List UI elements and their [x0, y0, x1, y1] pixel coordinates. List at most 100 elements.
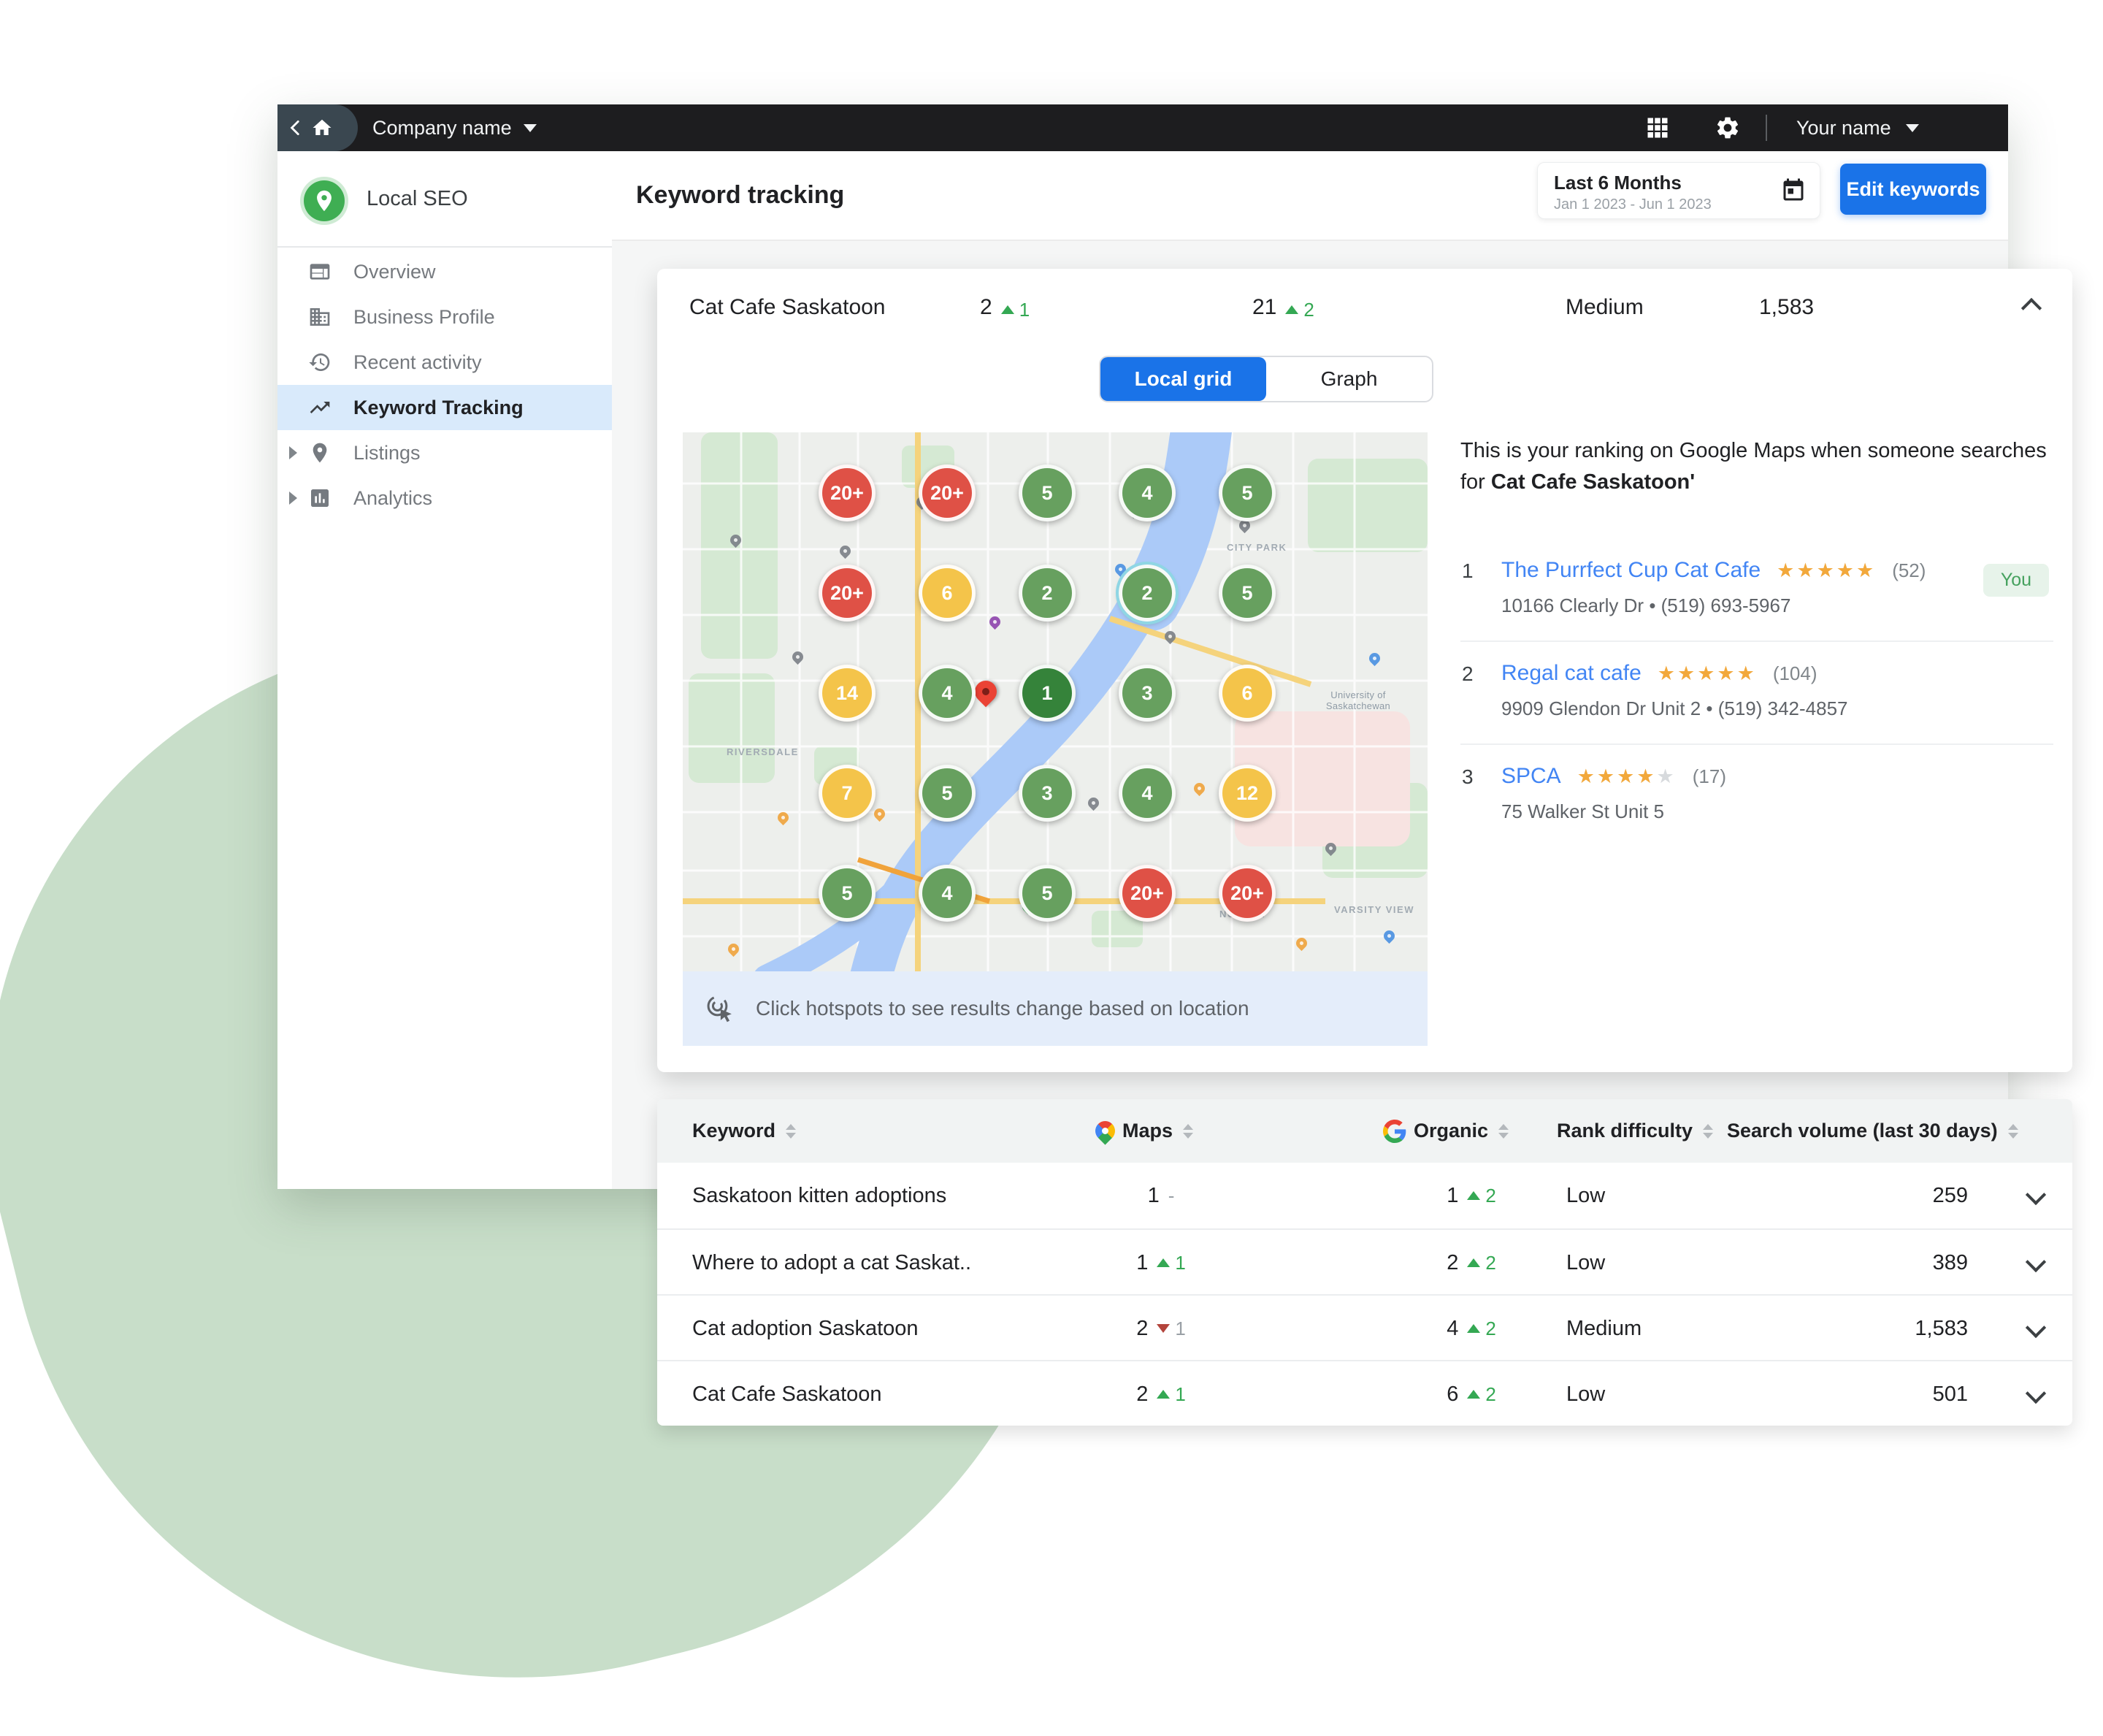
chevron-down-icon: [2025, 1184, 2047, 1206]
grid-rank-hotspot[interactable]: 20+: [819, 464, 876, 521]
expand-chevron-icon[interactable]: [289, 492, 297, 505]
expand-row-button[interactable]: [2025, 1251, 2047, 1273]
grid-rank-hotspot[interactable]: 6: [1219, 665, 1276, 722]
column-header-search-volume[interactable]: Search volume (last 30 days): [1727, 1099, 2018, 1163]
organic-rank-delta: 2: [1285, 299, 1314, 321]
expand-row-button[interactable]: [2025, 1317, 2047, 1339]
sidebar-item-overview[interactable]: Overview: [277, 249, 612, 294]
result-business-link[interactable]: Regal cat cafe: [1501, 661, 1642, 686]
you-badge: You: [1983, 564, 2049, 597]
grid-rank-hotspot[interactable]: 2: [1019, 565, 1076, 622]
column-header-keyword[interactable]: Keyword: [692, 1099, 797, 1163]
rank-delta: 1: [1157, 1252, 1186, 1274]
table-row[interactable]: Cat Cafe Saskatoon 2 1 6 2 Low 501: [657, 1360, 2072, 1426]
sidebar-item-keyword-tracking[interactable]: Keyword Tracking: [277, 385, 612, 430]
view-tabs: Local grid Graph: [1099, 356, 1433, 402]
up-arrow-icon: [1285, 305, 1299, 314]
grid-rank-hotspot[interactable]: 4: [919, 665, 976, 722]
analytics-icon: [308, 486, 332, 510]
local-grid-map[interactable]: CITY PARKUniversity of SaskatchewanNUTAN…: [683, 432, 1428, 971]
search-volume-value: 1,583: [1759, 295, 1815, 319]
date-range-picker[interactable]: Last 6 Months Jan 1 2023 - Jun 1 2023: [1537, 162, 1820, 219]
page-header: Keyword tracking Last 6 Months Jan 1 202…: [612, 151, 2008, 241]
sidebar: Local SEO Overview Business Profile Recent…: [277, 151, 612, 1189]
expand-chevron-icon[interactable]: [289, 446, 297, 459]
rank-delta: 1: [1157, 1383, 1186, 1406]
result-business-link[interactable]: The Purrfect Cup Cat Cafe: [1501, 558, 1761, 583]
map-hint-bar: Click hotspots to see results change bas…: [683, 971, 1428, 1046]
page: Company name Your name Local SEO Overvie…: [0, 0, 2103, 1736]
cell-search-volume: 389: [1932, 1250, 1968, 1274]
sidebar-item-analytics[interactable]: Analytics: [277, 475, 612, 521]
user-menu[interactable]: Your name: [1796, 104, 1919, 151]
sidebar-item-listings[interactable]: Listings: [277, 430, 612, 475]
column-header-organic[interactable]: Organic: [1383, 1099, 1509, 1163]
sort-icon: [1498, 1123, 1509, 1139]
expand-row-button[interactable]: [2025, 1184, 2047, 1206]
company-name: Company name: [372, 116, 512, 139]
user-name: Your name: [1796, 116, 1891, 139]
grid-rank-hotspot[interactable]: 14: [819, 665, 876, 722]
tab-graph[interactable]: Graph: [1266, 357, 1432, 401]
cell-keyword: Where to adopt a cat Saskat..: [692, 1250, 972, 1274]
tab-local-grid[interactable]: Local grid: [1100, 357, 1266, 401]
star-rating: ★★★★★: [1777, 559, 1877, 581]
maps-rank-delta: 1: [1000, 299, 1030, 321]
cell-maps-rank: 21: [1136, 1382, 1186, 1406]
result-review-count: (52): [1892, 559, 1926, 581]
collapse-row-button[interactable]: [2020, 297, 2042, 319]
map-area-label: CITY PARK: [1227, 542, 1287, 553]
grid-rank-hotspot[interactable]: 4: [1119, 464, 1176, 521]
overview-icon: [308, 260, 332, 283]
grid-rank-hotspot[interactable]: 7: [819, 765, 876, 822]
result-business-link[interactable]: SPCA: [1501, 764, 1561, 789]
topbar-divider: [1766, 115, 1767, 141]
grid-rank-hotspot[interactable]: 5: [819, 865, 876, 922]
grid-rank-hotspot[interactable]: 5: [1019, 464, 1076, 521]
grid-rank-hotspot[interactable]: 4: [919, 865, 976, 922]
cell-search-volume: 501: [1932, 1382, 1968, 1406]
grid-rank-hotspot[interactable]: 20+: [919, 464, 976, 521]
back-chevron-icon[interactable]: [286, 118, 305, 137]
up-arrow-icon: [1467, 1324, 1481, 1333]
grid-rank-hotspot[interactable]: 3: [1019, 765, 1076, 822]
grid-rank-hotspot[interactable]: 5: [919, 765, 976, 822]
grid-rank-hotspot[interactable]: 5: [1019, 865, 1076, 922]
company-menu[interactable]: Company name: [372, 104, 537, 151]
table-row[interactable]: Where to adopt a cat Saskat.. 1 1 2 2 Low 389: [657, 1228, 2072, 1294]
expand-row-button[interactable]: [2025, 1383, 2047, 1404]
cell-maps-rank: 11: [1136, 1250, 1186, 1274]
listings-icon: [308, 441, 332, 464]
grid-rank-hotspot[interactable]: 3: [1119, 665, 1176, 722]
result-address: 75 Walker St Unit 5: [1501, 800, 1665, 822]
grid-rank-hotspot[interactable]: 1: [1019, 665, 1076, 722]
sidebar-divider: [277, 246, 612, 248]
home-icon[interactable]: [311, 117, 333, 139]
date-range-label: Last 6 Months: [1554, 172, 1682, 194]
grid-rank-hotspot[interactable]: 5: [1219, 565, 1276, 622]
grid-rank-hotspot[interactable]: 20+: [1219, 865, 1276, 922]
sidebar-item-recent-activity[interactable]: Recent activity: [277, 340, 612, 385]
click-hotspot-icon: [703, 992, 737, 1025]
grid-rank-hotspot[interactable]: 20+: [1119, 865, 1176, 922]
grid-rank-hotspot[interactable]: 6: [919, 565, 976, 622]
settings-gear-icon[interactable]: [1715, 115, 1741, 141]
column-header-rank-difficulty[interactable]: Rank difficulty: [1557, 1099, 1714, 1163]
edit-keywords-button[interactable]: Edit keywords: [1840, 164, 1986, 215]
sort-icon: [1703, 1123, 1714, 1139]
sort-icon: [786, 1123, 797, 1139]
grid-rank-hotspot[interactable]: 20+: [819, 565, 876, 622]
table-row[interactable]: Cat adoption Saskatoon 2 1 4 2 Medium 1,583: [657, 1294, 2072, 1360]
table-row[interactable]: Saskatoon kitten adoptions 1- 1 2 Low 259: [657, 1163, 2072, 1228]
grid-rank-hotspot[interactable]: 2: [1116, 562, 1179, 624]
grid-rank-hotspot[interactable]: 4: [1119, 765, 1176, 822]
sidebar-item-business-profile[interactable]: Business Profile: [277, 294, 612, 340]
up-arrow-icon: [1157, 1390, 1171, 1399]
grid-rank-hotspot[interactable]: 12: [1219, 765, 1276, 822]
caret-down-icon: [523, 123, 537, 132]
column-header-maps[interactable]: Maps: [1091, 1099, 1194, 1163]
grid-rank-hotspot[interactable]: 5: [1219, 464, 1276, 521]
apps-grid-icon[interactable]: [1644, 115, 1671, 141]
keywords-table: Keyword Maps Organic Rank difficulty Sea…: [657, 1099, 2072, 1426]
chevron-down-icon: [2025, 1383, 2047, 1404]
